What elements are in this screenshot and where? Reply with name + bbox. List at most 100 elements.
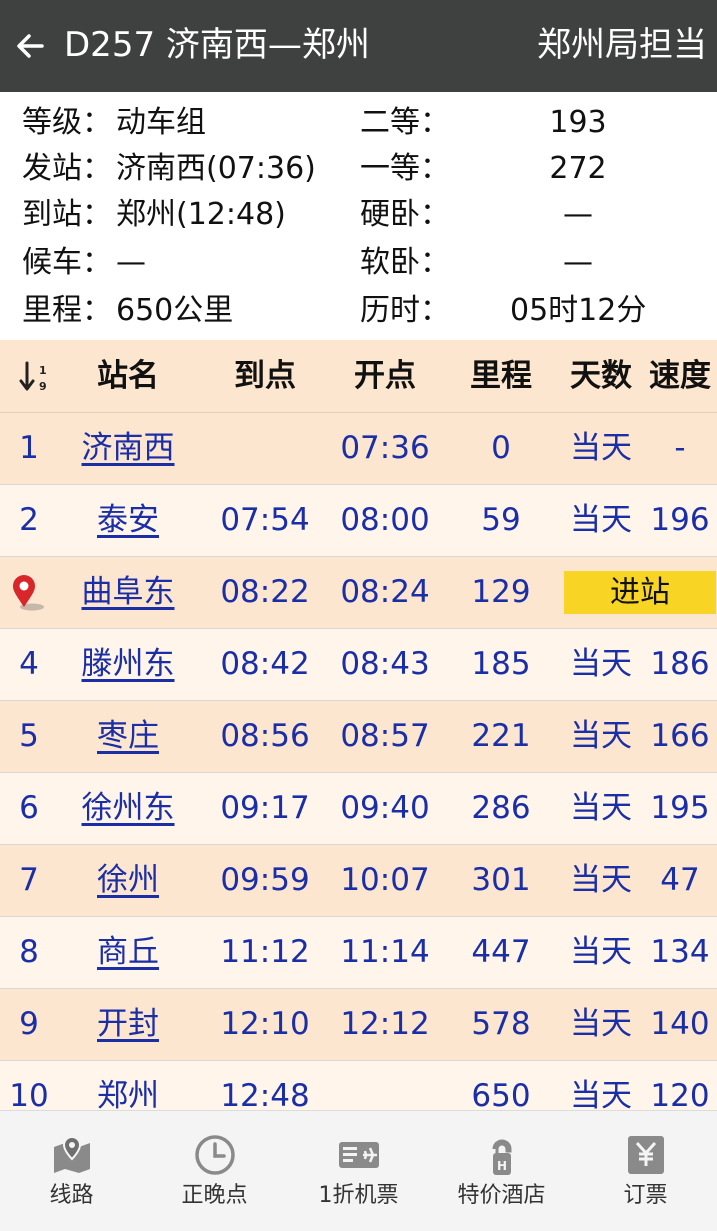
stop-number: 2 (19, 502, 39, 538)
distance-km: 650 (471, 1078, 531, 1110)
column-header-days[interactable]: 天数 (560, 340, 642, 412)
info-value: 05时12分 (510, 293, 647, 328)
days-value: 当天 (570, 646, 632, 682)
depart-time: 12:12 (340, 1006, 430, 1042)
station-link[interactable]: 开封 (70, 989, 186, 1060)
stop-number: 4 (19, 646, 39, 682)
train-info-panel: 等级： 动车组 发站： 济南西(07:36) 到站： 郑州(12:48) 候车：… (0, 92, 717, 340)
table-row[interactable]: 2 泰安 07:54 08:00 59 当天 196 (0, 485, 717, 557)
speed-value: 120 (650, 1078, 710, 1110)
speed-value: 166 (650, 718, 710, 754)
depart-time: 09:40 (340, 790, 430, 826)
tab-flight[interactable]: 1折机票 (287, 1111, 430, 1231)
stop-number: 9 (19, 1006, 39, 1042)
tab-label: 1折机票 (318, 1183, 399, 1208)
sort-order-icon[interactable]: 1 9 (18, 360, 52, 394)
info-departure: 发站： 济南西(07:36) (22, 146, 352, 192)
arrive-time: 08:42 (220, 646, 310, 682)
svg-text:1: 1 (39, 364, 47, 377)
info-label: 历时： (360, 293, 450, 328)
column-header-depart[interactable]: 开点 (326, 340, 444, 412)
stop-number: 1 (19, 430, 39, 466)
info-label: 到站： (22, 197, 112, 232)
info-label: 候车： (22, 245, 112, 280)
table-row[interactable]: 1 济南西 07:36 0 当天 - (0, 413, 717, 485)
info-soft-sleeper: 软卧： — (360, 240, 700, 286)
days-value: 当天 (570, 790, 632, 826)
distance-km: 129 (471, 574, 531, 610)
station-link[interactable]: 曲阜东 (70, 557, 186, 628)
column-header-station[interactable]: 站名 (70, 340, 186, 412)
depart-time: 08:43 (340, 646, 430, 682)
days-value: 当天 (570, 862, 632, 898)
table-row[interactable]: 7 徐州 09:59 10:07 301 当天 47 (0, 845, 717, 917)
info-value: 650公里 (116, 293, 234, 328)
distance-km: 447 (471, 934, 531, 970)
arrow-left-icon[interactable] (12, 28, 48, 64)
column-header-speed[interactable]: 速度 (644, 340, 716, 412)
arrive-time: 11:12 (220, 934, 310, 970)
info-hard-sleeper: 硬卧： — (360, 192, 700, 238)
bottom-tab-bar: 线路 正晚点 1折机票 H 特价酒店 订票 (0, 1110, 717, 1231)
tab-hotel[interactable]: H 特价酒店 (430, 1111, 573, 1231)
column-header-distance[interactable]: 里程 (452, 340, 550, 412)
days-value: 当天 (570, 934, 632, 970)
depart-time: 10:07 (340, 862, 430, 898)
distance-km: 0 (491, 430, 511, 466)
table-row[interactable]: 6 徐州东 09:17 09:40 286 当天 195 (0, 773, 717, 845)
location-pin-icon (13, 575, 44, 611)
days-value: 当天 (570, 430, 632, 466)
stop-number: 8 (19, 934, 39, 970)
table-row[interactable]: 4 滕州东 08:42 08:43 185 当天 186 (0, 629, 717, 701)
distance-km: 301 (471, 862, 531, 898)
depart-time: 11:14 (340, 934, 430, 970)
hotel-tag-icon: H (492, 1139, 511, 1175)
table-row[interactable]: 8 商丘 11:12 11:14 447 当天 134 (0, 917, 717, 989)
station-link[interactable]: 济南西 (70, 413, 186, 484)
info-second-class: 二等： 193 (360, 100, 700, 146)
tab-label: 订票 (623, 1183, 668, 1208)
svg-text:9: 9 (39, 380, 47, 393)
tab-punctuality[interactable]: 正晚点 (143, 1111, 286, 1231)
station-link[interactable]: 泰安 (70, 485, 186, 556)
distance-km: 286 (471, 790, 531, 826)
speed-value: - (674, 430, 686, 466)
stop-number: 6 (19, 790, 39, 826)
stop-number: 5 (19, 718, 39, 754)
tab-route[interactable]: 线路 (0, 1111, 143, 1231)
status-badge: 进站 (564, 571, 716, 614)
flight-ticket-icon (338, 1142, 379, 1168)
tab-label: 线路 (49, 1183, 94, 1208)
speed-value: 140 (650, 1006, 710, 1042)
station-link[interactable]: 徐州 (70, 845, 186, 916)
station-link[interactable]: 商丘 (70, 917, 186, 988)
arrive-time: 09:17 (220, 790, 310, 826)
info-label: 一等： (360, 151, 450, 186)
info-value: 动车组 (116, 105, 206, 140)
info-label: 等级： (22, 105, 112, 140)
info-value: 济南西(07:36) (116, 151, 316, 186)
distance-km: 59 (481, 502, 521, 538)
tab-booking[interactable]: 订票 (574, 1111, 717, 1231)
station-link[interactable]: 徐州东 (70, 773, 186, 844)
yen-ticket-icon (627, 1136, 664, 1174)
station-link[interactable]: 郑州 (70, 1061, 186, 1110)
days-value: 当天 (570, 718, 632, 754)
timetable-list[interactable]: 1 济南西 07:36 0 当天 - 2 泰安 07:54 08:00 59 当… (0, 413, 717, 1110)
info-label: 软卧： (360, 245, 450, 280)
arrive-time: 09:59 (220, 862, 310, 898)
column-header-arrive[interactable]: 到点 (206, 340, 324, 412)
table-row-current[interactable]: 曲阜东 08:22 08:24 129 进站 (0, 557, 717, 629)
info-grade: 等级： 动车组 (22, 100, 352, 146)
speed-value: 196 (650, 502, 710, 538)
depart-time: 08:00 (340, 502, 430, 538)
station-link[interactable]: 枣庄 (70, 701, 186, 772)
arrive-time: 12:48 (220, 1078, 310, 1110)
station-link[interactable]: 滕州东 (70, 629, 186, 700)
info-first-class: 一等： 272 (360, 146, 700, 192)
clock-icon (194, 1135, 235, 1175)
table-row[interactable]: 10 郑州 12:48 650 当天 120 (0, 1061, 717, 1110)
table-row[interactable]: 9 开封 12:10 12:12 578 当天 140 (0, 989, 717, 1061)
table-row[interactable]: 5 枣庄 08:56 08:57 221 当天 166 (0, 701, 717, 773)
depart-time: 07:36 (340, 430, 430, 466)
